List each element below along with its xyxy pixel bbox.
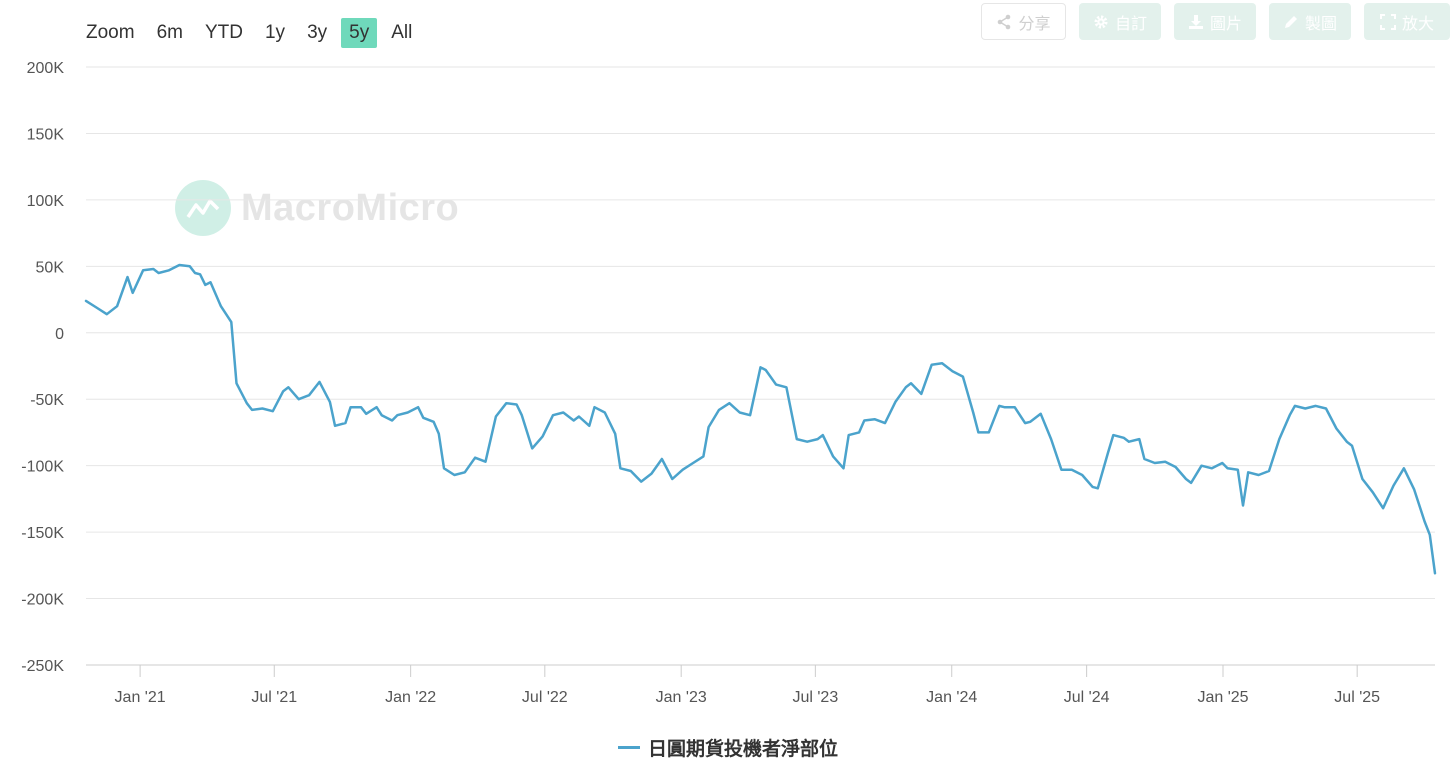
y-tick-label: 0 [55,326,64,343]
x-tick-label: Jan '25 [1197,689,1248,706]
y-tick-label: 150K [27,126,65,143]
legend-swatch [617,746,640,749]
y-tick-label: -100K [21,459,64,476]
y-tick-label: 50K [36,259,65,276]
y-tick-label: -200K [21,592,64,609]
x-tick-label: Jan '21 [115,689,166,706]
legend[interactable]: 日圓期貨投機者淨部位 [0,734,1456,761]
y-tick-label: 100K [27,193,65,210]
line-chart: 200K 150K 100K 50K 0 -50K -100K -150K -200K -250K… [21,60,1437,706]
x-tick-label: Jul '21 [251,689,297,706]
y-tick-label: -250K [21,658,64,675]
x-tick-label: Jul '25 [1334,689,1380,706]
x-tick-label: Jan '23 [656,689,707,706]
legend-label: 日圓期貨投機者淨部位 [647,739,838,760]
x-tick-label: Jul '22 [522,689,568,706]
grid [86,66,1435,666]
x-tick-label: Jul '23 [792,689,838,706]
x-axis: Jan '21 Jul '21 Jan '22 Jul '22 Jan '23 Jul '… [115,665,1380,706]
x-tick-label: Jan '24 [926,689,977,706]
y-axis: 200K 150K 100K 50K 0 -50K -100K -150K -200K -250K [21,60,64,675]
y-tick-label: -50K [30,392,64,409]
x-tick-label: Jan '22 [385,689,436,706]
x-tick-label: Jul '24 [1064,689,1110,706]
y-tick-label: 200K [27,60,65,77]
series-line[interactable] [84,263,1437,575]
y-tick-label: -150K [21,525,64,542]
